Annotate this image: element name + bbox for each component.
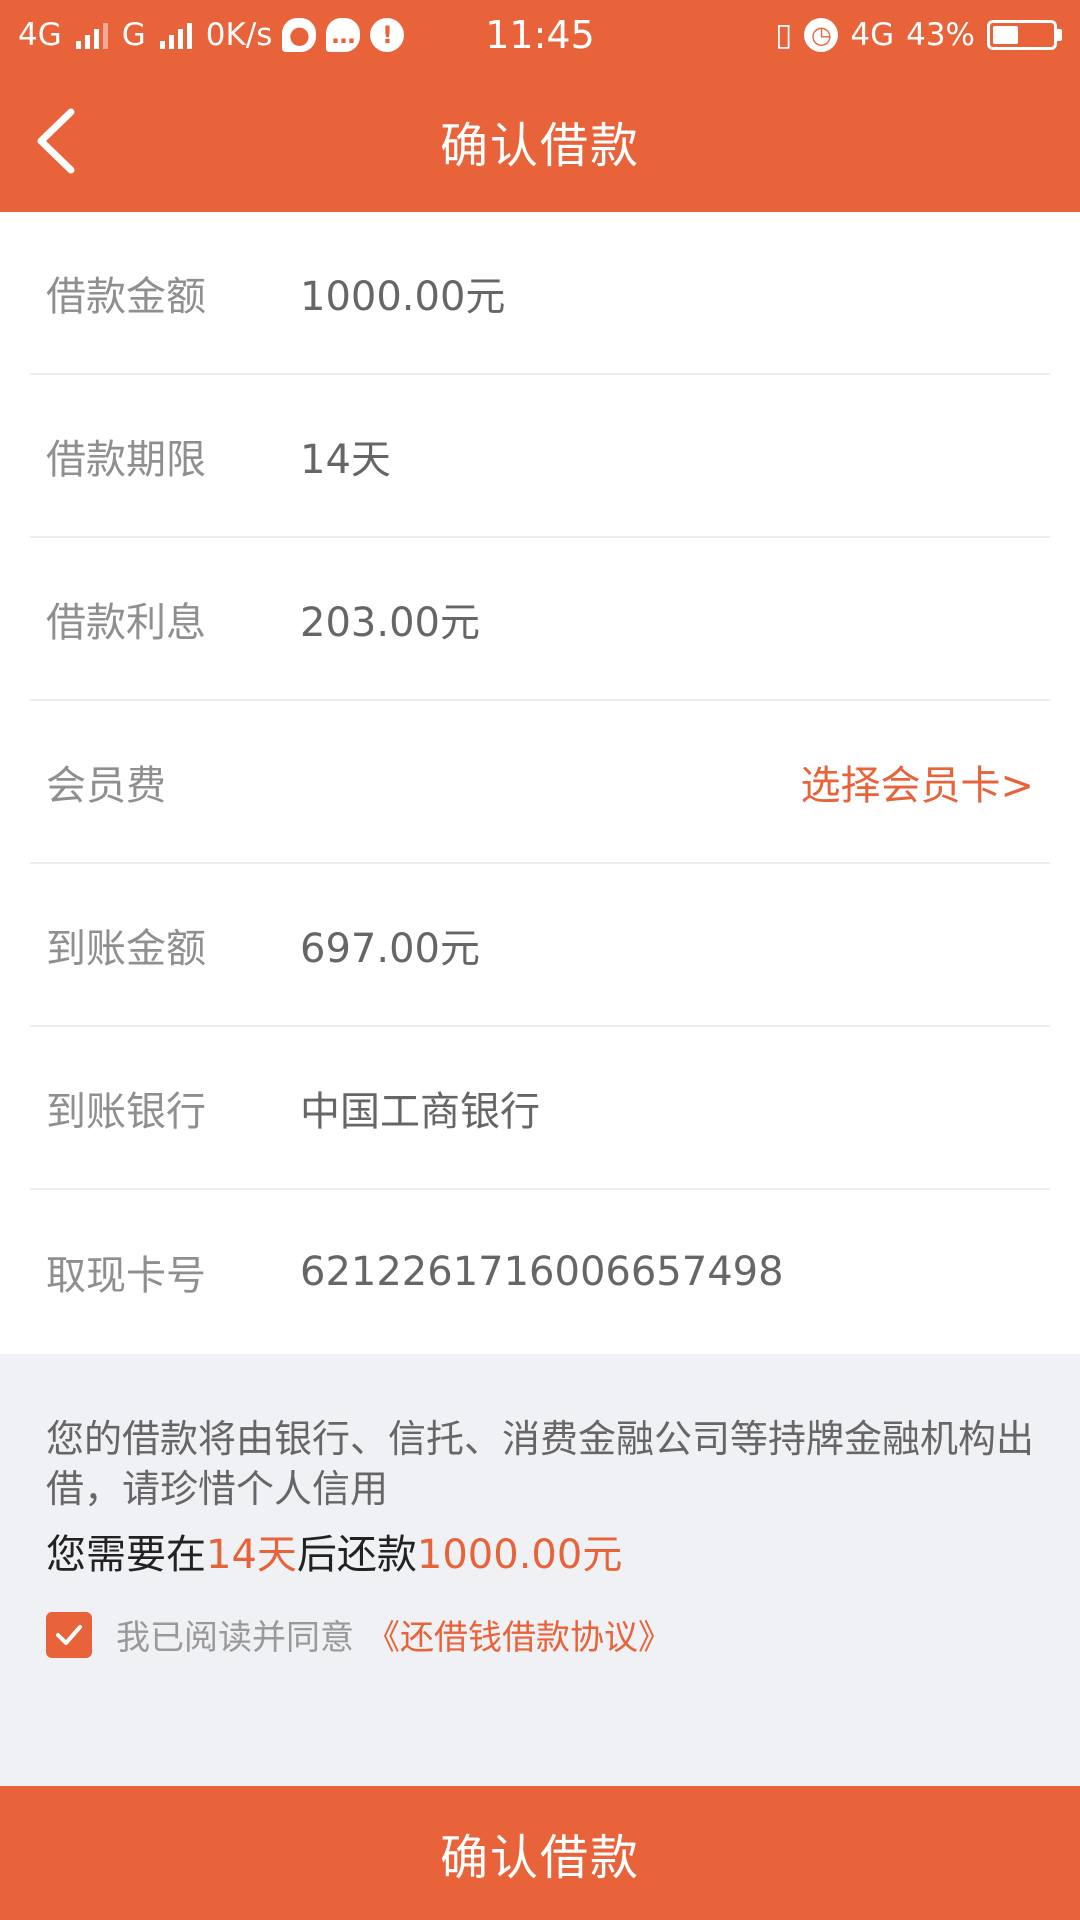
row-value: 中国工商银行 [300,1088,540,1135]
row-card-number: 取现卡号 6212261716006657498 [30,1190,1050,1354]
row-receiving-bank: 到账银行 中国工商银行 [30,1027,1050,1190]
row-label: 取现卡号 [46,1253,206,1299]
agree-text: 我已阅读并同意 [116,1618,354,1658]
row-loan-term: 借款期限 14天 [30,375,1050,538]
row-value: 1000.00元 [300,273,506,320]
repay-days: 14天 [206,1532,297,1578]
row-value: 6212261716006657498 [300,1249,784,1295]
status-left: 4G G 0K/s ● … ! [18,17,405,53]
row-label: 会员费 [46,762,166,809]
alarm-icon: ◷ [804,18,839,52]
header: 确认借款 [0,70,1080,212]
chevron-left-icon [37,108,75,174]
row-label: 到账金额 [46,925,206,972]
notice-text: 您的借款将由银行、信托、消费金融公司等持牌金融机构出借，请珍惜个人信用 [46,1417,1035,1511]
row-label: 借款期限 [46,436,206,483]
network-type-3: 4G [850,17,895,53]
notice-section: 您的借款将由银行、信托、消费金融公司等持牌金融机构出借，请珍惜个人信用 您需要在… [0,1354,1080,1786]
row-label: 借款金额 [46,273,206,320]
agreement-row: 我已阅读并同意 《还借钱借款协议》 [46,1610,1050,1659]
status-right: ▯ ◷ 4G 43% [775,17,1062,53]
row-value: 697.00元 [300,925,480,972]
agreement-link[interactable]: 《还借钱借款协议》 [366,1610,672,1659]
row-value: 203.00元 [300,599,480,646]
back-button[interactable] [20,106,90,176]
repay-summary: 您需要在14天后还款1000.00元 [46,1528,1050,1582]
wechat-icon: ● [282,18,317,52]
repay-amount: 1000.00元 [416,1532,623,1578]
screen: 4G G 0K/s ● … ! 11:45 ▯ ◷ 4G 43% 确认借款 借款… [0,0,1080,1920]
row-loan-interest: 借款利息 203.00元 [30,538,1050,701]
row-value: 14天 [300,436,391,483]
page-title: 确认借款 [439,118,640,174]
status-bar: 4G G 0K/s ● … ! 11:45 ▯ ◷ 4G 43% [0,0,1080,70]
row-label: 借款利息 [46,599,206,646]
select-membership-card-link[interactable]: 选择会员卡> [800,753,1034,811]
check-icon [56,1624,82,1645]
row-loan-amount: 借款金额 1000.00元 [30,212,1050,375]
row-received-amount: 到账金额 697.00元 [30,864,1050,1027]
vibrate-icon: ▯ [775,17,793,53]
network-type-1: 4G [18,17,62,53]
repay-middle: 后还款 [296,1532,417,1578]
signal-icon [75,21,108,49]
agree-checkbox[interactable] [46,1611,92,1658]
message-icon: … [326,18,361,52]
battery-icon [987,20,1062,50]
network-type-2: G [121,17,146,53]
repay-prefix: 您需要在 [46,1532,206,1578]
loan-detail-list: 借款金额 1000.00元 借款期限 14天 借款利息 203.00元 会员费 … [0,212,1080,1354]
row-membership-fee[interactable]: 会员费 选择会员卡> [30,701,1050,864]
confirm-loan-button[interactable]: 确认借款 [0,1786,1080,1920]
battery-percent: 43% [906,17,975,53]
net-speed: 0K/s [205,17,273,53]
alert-icon: ! [370,18,405,52]
row-label: 到账银行 [46,1088,206,1135]
signal-icon-2 [159,21,192,49]
